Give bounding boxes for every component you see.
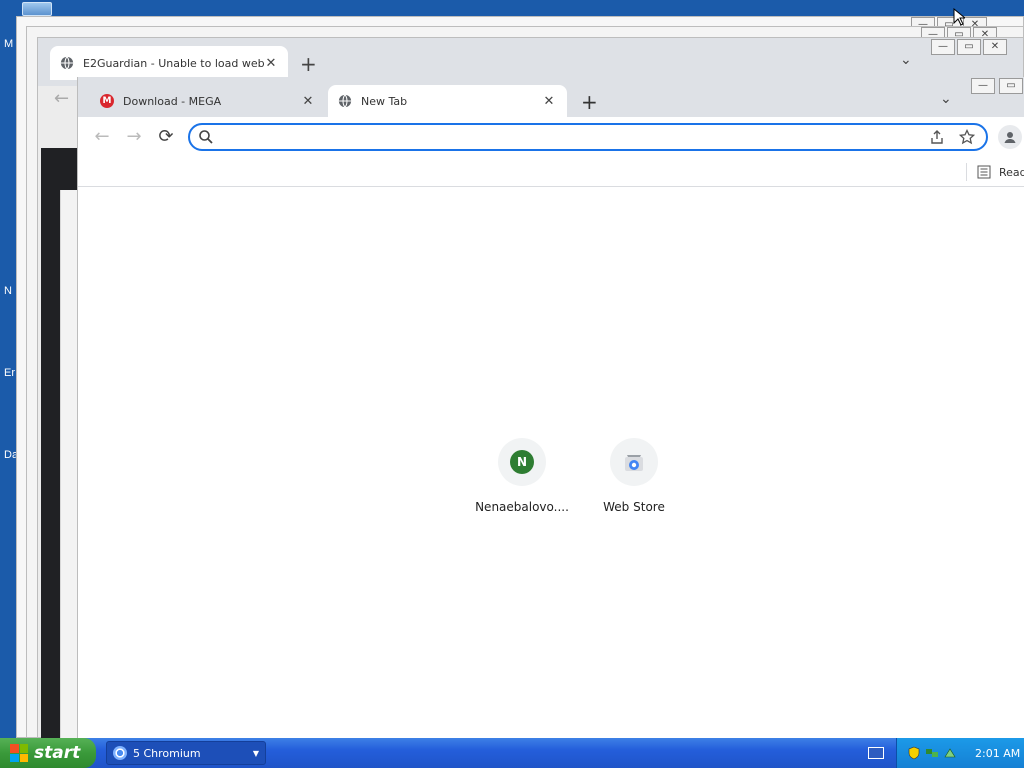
back-arrow-icon[interactable]: ←	[90, 126, 114, 150]
taskbar: start 5 Chromium ▼ 2:01 AM	[0, 738, 1024, 768]
minimize-button[interactable]: —	[931, 39, 955, 55]
globe-icon	[60, 56, 74, 70]
mouse-cursor-icon	[953, 8, 965, 26]
shortcut-label: Web Store	[603, 500, 665, 514]
reading-list-label: Reading list	[999, 165, 1024, 179]
search-icon	[199, 130, 213, 144]
chevron-down-icon: ▼	[252, 748, 259, 758]
divider	[966, 163, 967, 181]
forward-arrow-icon[interactable]: →	[122, 126, 146, 150]
bookmarks-bar: Reading list	[78, 157, 1024, 187]
close-button[interactable]: ✕	[983, 39, 1007, 55]
close-tab-icon[interactable]: ✕	[300, 94, 316, 109]
shortcut-label: Nenaebalovo....	[475, 500, 569, 514]
tab-title: Download - MEGA	[123, 94, 222, 108]
start-button[interactable]: start	[0, 738, 96, 768]
close-tab-icon[interactable]: ✕	[264, 56, 278, 71]
letter-n-icon: N	[510, 450, 534, 474]
network-icon[interactable]	[925, 746, 939, 760]
window-controls: — ▭	[971, 78, 1023, 94]
desktop-label-1[interactable]: M	[4, 38, 13, 50]
mega-icon: M	[100, 94, 114, 108]
network-icon-2[interactable]	[943, 746, 957, 760]
windows-flag-icon	[10, 744, 28, 762]
new-tab-page: N Nenaebalovo.... Web Store	[78, 188, 1024, 738]
minimize-button[interactable]: —	[971, 78, 995, 94]
tab-title: E2Guardian - Unable to load website	[83, 56, 264, 70]
web-store-icon	[625, 455, 643, 471]
shortcut-tile[interactable]: N Nenaebalovo....	[466, 438, 578, 514]
taskbar-item-label: 5 Chromium	[133, 746, 201, 760]
close-tab-icon[interactable]: ✕	[541, 94, 557, 109]
globe-icon	[338, 94, 352, 108]
tab-new-tab[interactable]: New Tab ✕	[328, 85, 567, 117]
shortcut-tiles: N Nenaebalovo.... Web Store	[466, 438, 690, 514]
maximize-button[interactable]: ▭	[999, 78, 1023, 94]
desktop-label-2[interactable]: N	[4, 285, 12, 297]
desktop-icon[interactable]	[22, 2, 52, 16]
tab-strip: M Download - MEGA ✕ New Tab ✕ + ⌄ — ▭	[78, 77, 1024, 117]
chromium-icon	[113, 746, 127, 760]
tab-title: New Tab	[361, 94, 408, 108]
toolbar: ← → ⟳	[78, 117, 1024, 157]
reading-list-icon	[977, 165, 991, 179]
maximize-button[interactable]: ▭	[957, 39, 981, 55]
taskbar-item-chromium[interactable]: 5 Chromium ▼	[106, 741, 266, 765]
tab-search-icon[interactable]: ⌄	[900, 52, 912, 68]
window-controls: — ▭ ✕	[931, 39, 1007, 55]
new-tab-button[interactable]: +	[581, 90, 598, 114]
keyboard-icon[interactable]	[868, 747, 884, 759]
chromium-window: M Download - MEGA ✕ New Tab ✕ + ⌄ — ▭ ← …	[77, 77, 1024, 738]
clock: 2:01 AM	[975, 746, 1021, 760]
reading-list-button[interactable]: Reading list	[966, 163, 1024, 181]
start-label: start	[34, 743, 81, 763]
shortcut-icon-bg: N	[498, 438, 546, 486]
share-icon[interactable]	[926, 126, 948, 148]
system-tray: 2:01 AM	[896, 738, 1024, 768]
omnibox-input[interactable]	[220, 130, 918, 144]
shortcut-tile[interactable]: Web Store	[578, 438, 690, 514]
desktop-label-3[interactable]: Er	[4, 367, 15, 379]
tab-search-icon[interactable]: ⌄	[940, 91, 952, 107]
new-tab-button[interactable]: +	[300, 52, 317, 76]
bookmark-star-icon[interactable]	[956, 126, 978, 148]
shortcut-icon-bg	[610, 438, 658, 486]
shield-icon[interactable]	[907, 746, 921, 760]
back-arrow-icon[interactable]: ←	[54, 88, 69, 109]
reload-icon[interactable]: ⟳	[154, 126, 178, 150]
tab-download-mega[interactable]: M Download - MEGA ✕	[90, 85, 326, 117]
tab-e2guardian[interactable]: E2Guardian - Unable to load website ✕	[50, 46, 288, 80]
omnibox[interactable]	[188, 123, 988, 151]
profile-icon[interactable]	[998, 125, 1022, 149]
